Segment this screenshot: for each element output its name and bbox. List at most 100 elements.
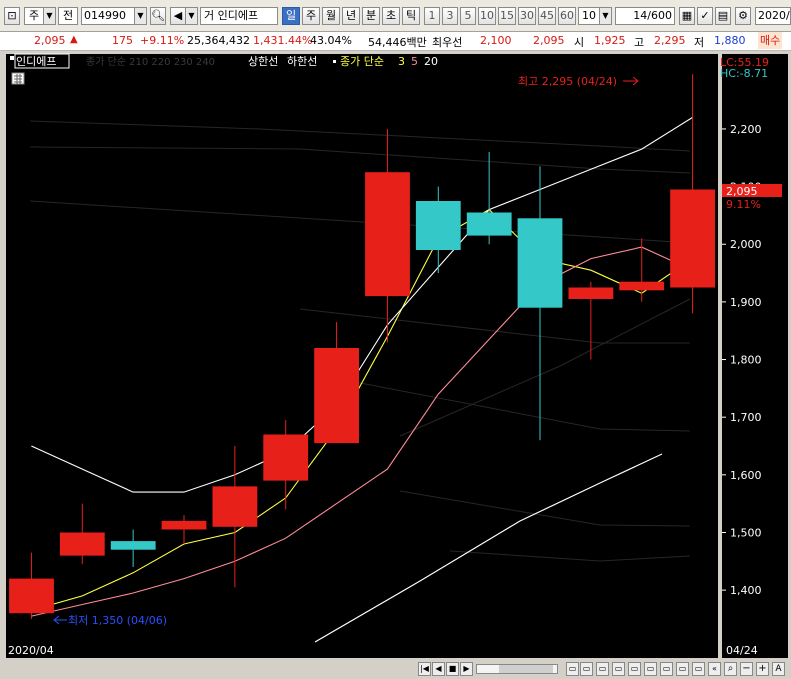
y-tick-label: 2,200 (730, 123, 762, 136)
tab-period-month[interactable]: 월 (322, 7, 340, 25)
candlestick-chart[interactable]: 1,4001,5001,6001,7001,8001,9002,0002,100… (0, 51, 791, 658)
low-label: 저 (694, 36, 705, 49)
gear-icon[interactable]: ⚙ (735, 7, 751, 25)
layout-icon[interactable]: ⊡ (4, 7, 20, 25)
legend-ma-3: 3 (398, 55, 405, 68)
interval-button[interactable]: 15 (498, 7, 516, 25)
tab-period-minute[interactable]: 분 (362, 7, 380, 25)
scroll-left-end-icon[interactable]: |◀ (418, 662, 431, 676)
candle-body (9, 578, 54, 614)
candle-body (263, 434, 309, 481)
candle-body (517, 218, 563, 308)
count-total: /600 (647, 9, 672, 22)
zoom-region-icon[interactable]: ▭ (596, 662, 609, 676)
save-icon[interactable]: ▤ (715, 7, 731, 25)
count-field[interactable]: 14/600 (615, 7, 675, 25)
current-price: 2,095 (34, 34, 66, 47)
legend-lower-limit: 하한선 (287, 54, 317, 68)
price-change: 175 (112, 34, 133, 47)
zoom-region-icon[interactable]: ▭ (660, 662, 673, 676)
interval-button[interactable]: 5 (460, 7, 476, 25)
date-input[interactable]: 2020/0 (755, 7, 791, 25)
check-icon[interactable]: ✓ (697, 7, 713, 25)
low-price: 1,880 (714, 34, 746, 47)
candle-body (670, 189, 715, 288)
chevron-down-icon[interactable]: ▼ (135, 7, 147, 25)
best-offer-price: 2,100 (480, 34, 512, 47)
candle-body (59, 532, 105, 556)
legend-ma-prefix: 종가 단순 (340, 55, 384, 68)
chevron-left-icon[interactable]: « (708, 662, 721, 676)
legend-long-ma: 종가 단순 210 220 230 240 (86, 56, 215, 68)
turnover: 43.04% (310, 34, 352, 47)
zoom-search-icon[interactable]: ⌕ (724, 662, 737, 676)
current-price-tag-text: 2,095 (726, 185, 758, 198)
stock-code-input[interactable]: 014990 (81, 7, 135, 25)
interval-button[interactable]: 30 (518, 7, 536, 25)
legend-ma-20: 20 (424, 55, 438, 68)
y-tick-label: 1,800 (730, 354, 762, 367)
scroll-right-icon[interactable]: ▶ (460, 662, 473, 676)
y-tick-label: 1,900 (730, 296, 762, 309)
y-axis-panel (722, 54, 788, 642)
candle-body (365, 172, 410, 297)
stock-name-field[interactable]: 거 인디에프 (200, 7, 278, 25)
horizontal-scrollbar[interactable] (476, 664, 558, 674)
count-value: 14 (633, 9, 648, 22)
interval-button[interactable]: 1 (424, 7, 440, 25)
open-label: 시 (574, 36, 585, 49)
candle-body (212, 486, 258, 527)
tab-period-year[interactable]: 년 (342, 7, 360, 25)
interval-input[interactable]: 10 (578, 7, 600, 25)
tab-period-second[interactable]: 초 (382, 7, 400, 25)
x-axis-end-label: 04/24 (726, 644, 758, 657)
quote-bar: 2,095 ▲ 175 +9.11% 25,364,432 1,431.44% … (0, 32, 791, 51)
speaker-icon[interactable]: ◀ (170, 7, 186, 25)
zoom-region-icon[interactable]: ▭ (628, 662, 641, 676)
x-axis-panel (6, 642, 718, 658)
scroll-left-icon[interactable]: ◀ (432, 662, 445, 676)
zoom-out-icon[interactable]: − (740, 662, 753, 676)
interval-button[interactable]: 10 (478, 7, 496, 25)
candle-body (314, 348, 359, 444)
chevron-down-icon[interactable]: ▼ (44, 7, 56, 25)
tab-period-day[interactable]: 일 (282, 7, 300, 25)
hc-value: HC:-8.71 (720, 67, 768, 80)
zoom-region-icon[interactable]: ▭ (580, 662, 593, 676)
best-bid-price: 2,095 (533, 34, 565, 47)
zoom-region-icon[interactable]: ▭ (612, 662, 625, 676)
chevron-down-icon[interactable]: ▼ (600, 7, 612, 25)
zoom-region-icon[interactable]: ▭ (676, 662, 689, 676)
plot-area (6, 54, 718, 642)
zoom-region-icon[interactable]: ▭ (692, 662, 705, 676)
candle-body (568, 287, 614, 299)
interval-button[interactable]: 60 (558, 7, 576, 25)
stop-icon[interactable]: ■ (446, 662, 459, 676)
grid-icon[interactable]: ▦ (679, 7, 695, 25)
chart-area[interactable]: 1,4001,5001,6001,7001,8001,9002,0002,100… (0, 51, 791, 679)
tab-period-week[interactable]: 주 (302, 7, 320, 25)
tab-period-tick[interactable]: 틱 (402, 7, 420, 25)
zoom-in-icon[interactable]: + (756, 662, 769, 676)
market-select[interactable]: 주 (24, 7, 44, 25)
low-annotation: 최저 1,350 (04/06) (68, 614, 167, 627)
legend-ma-5: 5 (411, 55, 418, 68)
price-change-pct: +9.11% (140, 34, 185, 47)
scroll-thumb[interactable] (499, 665, 553, 673)
buy-button[interactable]: 매수 (758, 32, 783, 49)
zoom-region-icon[interactable]: ▭ (566, 662, 579, 676)
trade-amount: 54,446백만 (368, 36, 427, 49)
interval-button[interactable]: 3 (442, 7, 458, 25)
zoom-region-icon[interactable]: ▭ (644, 662, 657, 676)
toolbar: ⊡ 주 ▼ 전 014990 ▼ 🔍︎ ◀ ▼ 거 인디에프 일 주 월 년 분… (0, 0, 791, 32)
period-select[interactable]: 전 (58, 7, 78, 25)
bottom-navigation: |◀ ◀ ■ ▶ ▭ ▭ ▭ ▭ ▭ ▭ ▭ ▭ ▭ « ⌕ − + A (0, 658, 791, 679)
y-tick-label: 2,000 (730, 238, 762, 251)
high-annotation: 최고 2,295 (04/24) (518, 75, 617, 88)
search-icon[interactable]: 🔍︎ (150, 7, 166, 25)
text-tool-icon[interactable]: A (772, 662, 785, 676)
candle-body (466, 212, 512, 236)
volume-ratio: 1,431.44% (253, 34, 313, 47)
chevron-down-icon[interactable]: ▼ (186, 7, 198, 25)
interval-button[interactable]: 45 (538, 7, 556, 25)
